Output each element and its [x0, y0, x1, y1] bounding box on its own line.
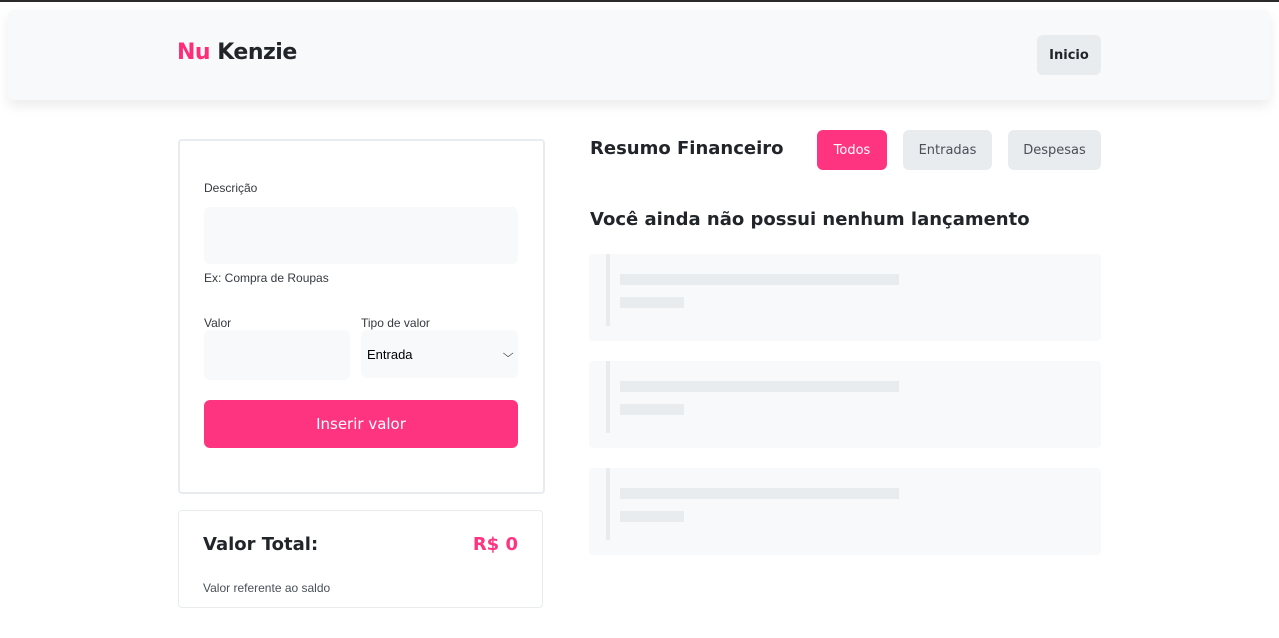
placeholder-accent [606, 254, 610, 326]
logo-nu-text: Nu [177, 40, 211, 65]
chevron-down-icon: ⌵ [502, 347, 514, 360]
placeholder-line [620, 511, 684, 522]
resumo-title: Resumo Financeiro [590, 138, 784, 159]
total-hint: Valor referente ao saldo [203, 581, 331, 595]
tipo-valor-selected: Entrada [367, 346, 413, 362]
total-value: R$ 0 [472, 534, 518, 555]
total-card: Valor Total: R$ 0 Valor referente ao sal… [178, 510, 543, 608]
placeholder-card [589, 468, 1101, 555]
transaction-form: Descrição Ex: Compra de Roupas Valor Tip… [178, 139, 545, 494]
inicio-button[interactable]: Inicio [1037, 35, 1101, 75]
top-header: Nu Kenzie Inicio [8, 10, 1270, 100]
valor-input[interactable] [204, 330, 350, 380]
placeholder-line [620, 274, 899, 285]
placeholder-card [589, 361, 1101, 448]
filter-entradas-button[interactable]: Entradas [903, 130, 992, 170]
filter-despesas-button[interactable]: Despesas [1008, 130, 1101, 170]
logo-kenzie-text: Kenzie [217, 40, 297, 65]
filter-todos-button[interactable]: Todos [817, 130, 887, 170]
descricao-input[interactable] [204, 207, 518, 264]
nu-kenzie-logo: Nu Kenzie [177, 40, 297, 65]
placeholder-line [620, 381, 899, 392]
descricao-label: Descrição [204, 181, 258, 195]
total-label: Valor Total: [203, 534, 319, 555]
tipo-valor-label: Tipo de valor [361, 316, 430, 330]
tipo-valor-select[interactable]: Entrada ⌵ [361, 330, 518, 378]
placeholder-accent [606, 468, 610, 540]
descricao-hint: Ex: Compra de Roupas [204, 271, 329, 285]
placeholder-line [620, 404, 684, 415]
placeholder-card [589, 254, 1101, 341]
inserir-valor-button[interactable]: Inserir valor [204, 400, 518, 448]
placeholder-line [620, 297, 684, 308]
placeholder-line [620, 488, 899, 499]
placeholder-accent [606, 361, 610, 433]
empty-state-title: Você ainda não possui nenhum lançamento [590, 209, 1030, 230]
valor-label: Valor [204, 316, 232, 330]
